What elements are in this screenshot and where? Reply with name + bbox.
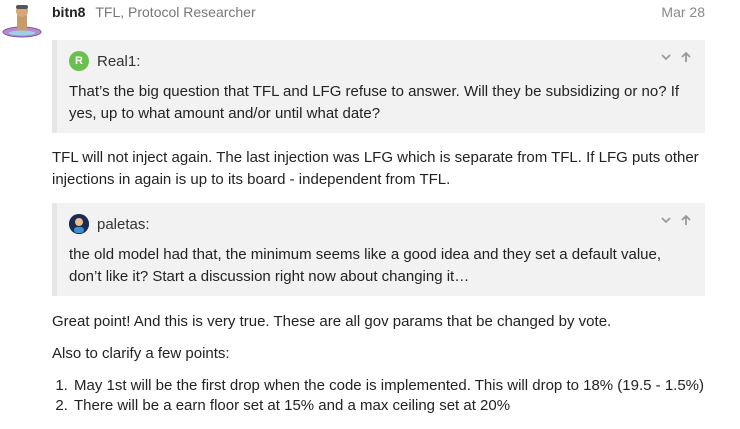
- quote-text: the old model had that, the minimum seem…: [69, 246, 662, 285]
- arrow-up-icon[interactable]: [679, 213, 693, 229]
- quote-controls: [659, 50, 693, 66]
- quote-block-real1: R Real1: That’s the big question that TF…: [52, 40, 705, 133]
- list-item: There will be a earn floor set at 15% an…: [72, 396, 740, 416]
- quote-avatar: R: [69, 51, 89, 71]
- avatar-image: [2, 5, 42, 38]
- quote-author[interactable]: Real1:: [97, 53, 140, 70]
- quote-avatar: [69, 214, 89, 234]
- post-paragraph: TFL will not inject again. The last inje…: [52, 149, 699, 188]
- post-date[interactable]: Mar 28: [661, 4, 705, 20]
- quote-controls: [659, 213, 693, 229]
- list-item: May 1st will be the first drop when the …: [72, 376, 740, 396]
- post-paragraph: Great point! And this is very true. Thes…: [52, 313, 612, 330]
- quote-block-paletas: paletas: the old model had that, the min…: [52, 203, 705, 296]
- user-avatar[interactable]: [2, 2, 42, 42]
- username-link[interactable]: bitn8: [52, 4, 85, 20]
- post-header: bitn8 TFL, Protocol Researcher Mar 28: [52, 4, 705, 22]
- numbered-list: May 1st will be the first drop when the …: [52, 376, 740, 416]
- post-paragraph: Also to clarify a few points:: [52, 345, 230, 362]
- chevron-down-icon[interactable]: [659, 213, 673, 229]
- quote-title: R Real1:: [69, 51, 140, 71]
- chevron-down-icon[interactable]: [659, 50, 673, 66]
- quote-title: paletas:: [69, 214, 150, 234]
- user-title: TFL, Protocol Researcher: [95, 4, 256, 20]
- quote-text: That’s the big question that TFL and LFG…: [69, 83, 680, 122]
- arrow-up-icon[interactable]: [679, 50, 693, 66]
- quote-author[interactable]: paletas:: [97, 216, 150, 233]
